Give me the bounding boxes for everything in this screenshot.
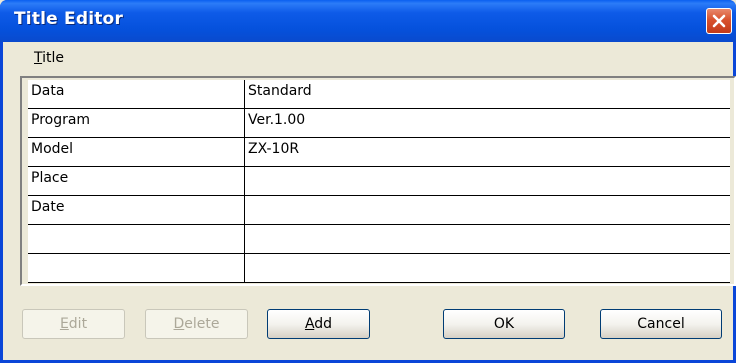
menu-bar: Title	[3, 42, 733, 76]
add-accel: A	[304, 316, 315, 332]
row-value-cell[interactable]	[245, 225, 730, 253]
row-value-cell[interactable]: Ver.1.00	[245, 109, 730, 137]
title-grid-frame: Data Standard Program Ver.1.00 Model ZX-…	[20, 76, 736, 286]
table-row[interactable]: Model ZX-10R	[28, 138, 730, 167]
window-title: Title Editor	[14, 9, 124, 29]
row-value-cell[interactable]: ZX-10R	[245, 138, 730, 166]
row-value-cell[interactable]	[245, 167, 730, 195]
menu-title-accel: T	[34, 50, 43, 66]
cancel-button[interactable]: Cancel	[600, 309, 722, 339]
table-row[interactable]: Place	[28, 167, 730, 196]
row-key-cell[interactable]: Program	[28, 109, 245, 137]
delete-button[interactable]: Delete	[145, 309, 248, 339]
ok-button[interactable]: OK	[443, 309, 565, 339]
delete-label-rest: elete	[184, 316, 220, 332]
row-value-cell[interactable]	[245, 254, 730, 282]
edit-label-rest: dit	[68, 316, 88, 332]
title-grid[interactable]: Data Standard Program Ver.1.00 Model ZX-…	[28, 80, 730, 283]
delete-accel: D	[173, 316, 185, 332]
row-key-cell[interactable]: Data	[28, 80, 245, 108]
row-key-cell[interactable]: Model	[28, 138, 245, 166]
title-bar[interactable]: Title Editor	[0, 0, 736, 42]
row-key-cell[interactable]	[28, 254, 245, 282]
menu-item-title[interactable]: Title	[34, 50, 64, 66]
row-key-cell[interactable]: Date	[28, 196, 245, 224]
add-button[interactable]: Add	[267, 309, 370, 339]
edit-accel: E	[59, 316, 69, 332]
table-row[interactable]: Program Ver.1.00	[28, 109, 730, 138]
row-value-cell[interactable]	[245, 196, 730, 224]
table-row[interactable]: Data Standard	[28, 80, 730, 109]
edit-button[interactable]: Edit	[22, 309, 125, 339]
close-icon	[712, 14, 726, 28]
close-button[interactable]	[706, 8, 732, 34]
dialog-body: Title Data Standard Program Ver.1.00 Mod…	[3, 42, 736, 360]
row-key-cell[interactable]: Place	[28, 167, 245, 195]
row-key-cell[interactable]	[28, 225, 245, 253]
menu-title-rest: itle	[42, 50, 65, 66]
title-editor-window: Title Editor Title Data Standard Program…	[0, 0, 736, 363]
row-value-cell[interactable]: Standard	[245, 80, 730, 108]
table-row[interactable]	[28, 254, 730, 283]
table-row[interactable]: Date	[28, 196, 730, 225]
table-row[interactable]	[28, 225, 730, 254]
add-label-rest: dd	[314, 316, 333, 332]
